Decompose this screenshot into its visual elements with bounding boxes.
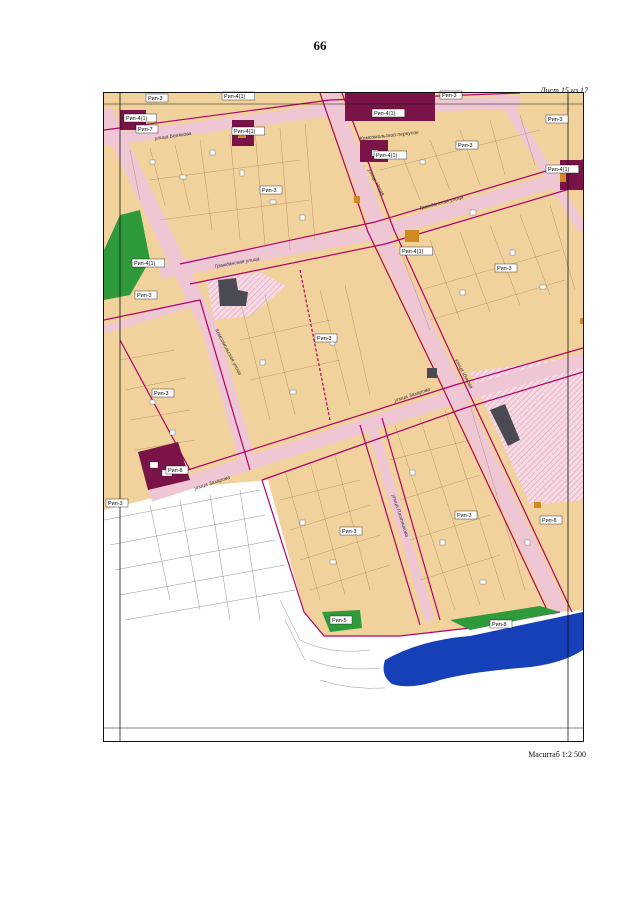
map-frame — [103, 92, 584, 742]
scale-label: Масштаб 1:2 500 — [528, 750, 586, 759]
